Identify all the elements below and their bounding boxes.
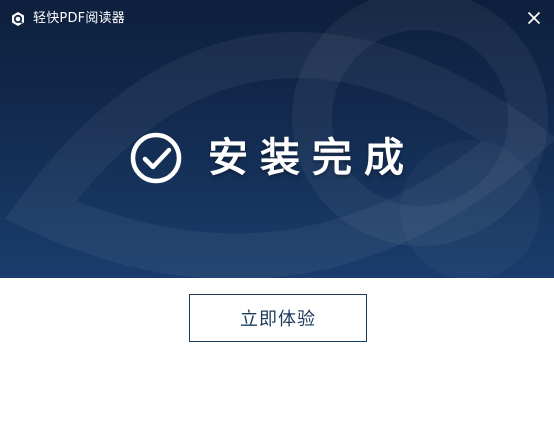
check-circle-icon [130, 132, 182, 184]
install-complete-text: 安装完成 [208, 135, 416, 181]
pdf-reader-logo-icon [12, 12, 24, 26]
try-now-button[interactable]: 立即体验 [189, 294, 367, 342]
title-bar: 轻快PDF阅读器 [0, 0, 554, 38]
install-status: 安装完成 [0, 128, 554, 188]
close-icon [527, 11, 541, 25]
close-button[interactable] [522, 6, 546, 30]
app-title: 轻快PDF阅读器 [33, 11, 125, 26]
header-banner: 轻快PDF阅读器 安装完成 [0, 0, 554, 278]
